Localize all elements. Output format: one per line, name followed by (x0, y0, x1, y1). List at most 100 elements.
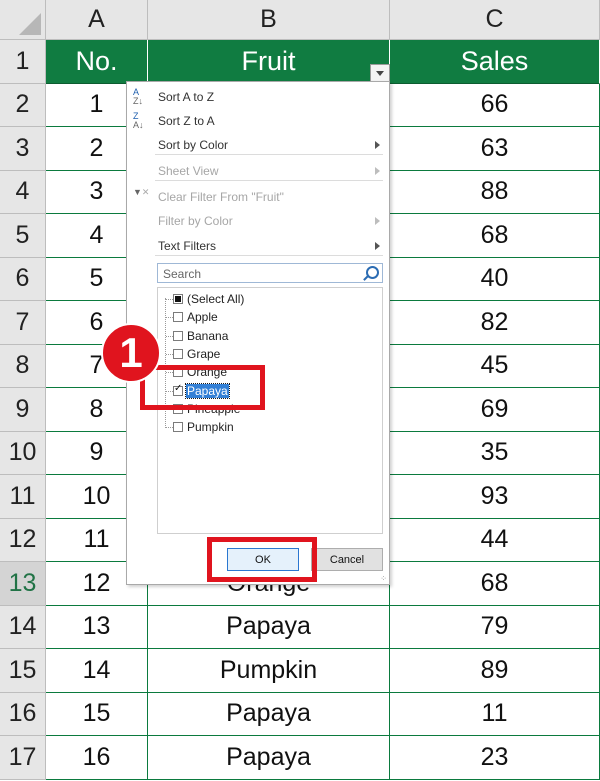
checkbox[interactable] (173, 422, 183, 433)
highlight-papaya-checkbox (140, 365, 265, 410)
cell-sales[interactable]: 68 (390, 214, 600, 258)
row-header[interactable]: 6 (0, 257, 46, 301)
autofilter-menu: A Z↓ Sort A to Z Z A↓ Sort Z to A Sort by Colo… (126, 81, 390, 585)
menu-item-label: Sort Z to A (158, 114, 215, 128)
menu-separator (155, 154, 383, 155)
menu-item[interactable]: Sort by Color (127, 134, 389, 156)
filter-list-item-label: (Select All) (187, 292, 245, 306)
cell-fruit[interactable]: Papaya (148, 736, 390, 780)
checkbox[interactable] (173, 312, 183, 323)
sort-za-icon: Z A↓ (133, 111, 144, 130)
row-header[interactable]: 9 (0, 388, 46, 432)
menu-item-label: Text Filters (158, 239, 217, 253)
row-header[interactable]: 7 (0, 301, 46, 345)
cell-sales[interactable]: 89 (390, 649, 600, 693)
cell-no[interactable]: 16 (46, 736, 148, 780)
menu-item[interactable]: Filter by Color (127, 210, 389, 232)
cell-sales[interactable]: 69 (390, 388, 600, 432)
filter-search-box[interactable] (157, 263, 383, 283)
submenu-arrow-icon (375, 217, 380, 225)
menu-item-label: Sheet View (158, 164, 219, 178)
menu-item-label: Sort A to Z (158, 90, 215, 104)
row-header[interactable]: 14 (0, 605, 46, 649)
fruit-filter-dropdown-button[interactable] (370, 64, 390, 82)
row-header[interactable]: 8 (0, 344, 46, 388)
menu-separator (155, 255, 383, 256)
column-header-c[interactable]: C (390, 0, 600, 40)
row-header[interactable]: 10 (0, 431, 46, 475)
row-header[interactable]: 3 (0, 127, 46, 171)
submenu-arrow-icon (375, 242, 380, 250)
filter-list-item[interactable]: Apple (158, 308, 382, 326)
cell-sales[interactable]: 79 (390, 605, 600, 649)
filter-list-item[interactable]: Grape (158, 345, 382, 363)
step-number-badge: 1 (101, 323, 161, 383)
checkbox[interactable] (173, 348, 183, 359)
header-cell-no[interactable]: No. (46, 40, 148, 84)
cell-sales[interactable]: 45 (390, 344, 600, 388)
menu-item[interactable]: A Z↓ Sort A to Z (127, 86, 389, 108)
dropdown-arrow-icon (376, 70, 384, 76)
column-header-a[interactable]: A (46, 0, 148, 40)
row-header[interactable]: 1 (0, 40, 46, 84)
row-header[interactable]: 5 (0, 214, 46, 258)
cell-sales[interactable]: 68 (390, 562, 600, 606)
row-header[interactable]: 12 (0, 518, 46, 562)
resize-grip-icon[interactable]: ⁘ (380, 575, 387, 583)
menu-item-label: Filter by Color (158, 214, 233, 228)
cell-sales[interactable]: 66 (390, 83, 600, 127)
cell-sales[interactable]: 11 (390, 692, 600, 736)
row-header[interactable]: 16 (0, 692, 46, 736)
filter-value-list[interactable]: (Select All)AppleBananaGrapeOrangePapaya… (157, 287, 383, 534)
checkbox[interactable] (173, 294, 183, 304)
cell-no[interactable]: 15 (46, 692, 148, 736)
filter-list-item-label: Grape (187, 346, 221, 361)
menu-separator (155, 180, 383, 181)
filter-list-item-label: Apple (187, 310, 218, 325)
checkbox[interactable] (173, 330, 183, 341)
filter-list-item-label: Pumpkin (187, 420, 234, 435)
row-header[interactable]: 4 (0, 170, 46, 214)
search-icon (366, 266, 379, 279)
submenu-arrow-icon (375, 167, 380, 175)
filter-list-item[interactable]: Pumpkin (158, 418, 382, 436)
cell-sales[interactable]: 40 (390, 257, 600, 301)
menu-item-label: Sort by Color (158, 138, 229, 152)
row-header[interactable]: 17 (0, 736, 46, 780)
cell-fruit[interactable]: Papaya (148, 692, 390, 736)
select-all-corner[interactable] (0, 0, 46, 40)
filter-search-input[interactable] (161, 265, 355, 283)
menu-item-label: Clear Filter From "Fruit" (158, 190, 284, 204)
menu-item[interactable]: Text Filters (127, 235, 389, 257)
cell-sales[interactable]: 23 (390, 736, 600, 780)
select-all-triangle-icon (19, 13, 41, 35)
filter-list-item[interactable]: (Select All) (158, 290, 382, 308)
filter-list-item[interactable]: Banana (158, 327, 382, 345)
cell-fruit[interactable]: Papaya (148, 605, 390, 649)
cell-sales[interactable]: 35 (390, 431, 600, 475)
cell-sales[interactable]: 93 (390, 475, 600, 519)
cell-sales[interactable]: 82 (390, 301, 600, 345)
cell-no[interactable]: 13 (46, 605, 148, 649)
submenu-arrow-icon (375, 141, 380, 149)
cell-fruit[interactable]: Pumpkin (148, 649, 390, 693)
cell-sales[interactable]: 88 (390, 170, 600, 214)
sort-az-icon: A Z↓ (133, 87, 143, 106)
cell-no[interactable]: 14 (46, 649, 148, 693)
header-cell-fruit[interactable]: Fruit (148, 40, 390, 84)
clear-filter-icon: ▼✕ (133, 187, 150, 197)
header-cell-sales[interactable]: Sales (390, 40, 600, 84)
row-header[interactable]: 13 (0, 562, 46, 606)
row-header[interactable]: 15 (0, 649, 46, 693)
highlight-ok-button (207, 537, 317, 582)
menu-item[interactable]: ▼✕ Clear Filter From "Fruit" (127, 186, 389, 208)
row-header[interactable]: 11 (0, 475, 46, 519)
row-header[interactable]: 2 (0, 83, 46, 127)
column-header-b[interactable]: B (148, 0, 390, 40)
cell-sales[interactable]: 63 (390, 127, 600, 171)
cell-sales[interactable]: 44 (390, 518, 600, 562)
filter-list-item-label: Banana (187, 328, 229, 343)
menu-item[interactable]: Sheet View (127, 160, 389, 182)
menu-item[interactable]: Z A↓ Sort Z to A (127, 110, 389, 132)
cancel-button[interactable]: Cancel (311, 548, 383, 571)
